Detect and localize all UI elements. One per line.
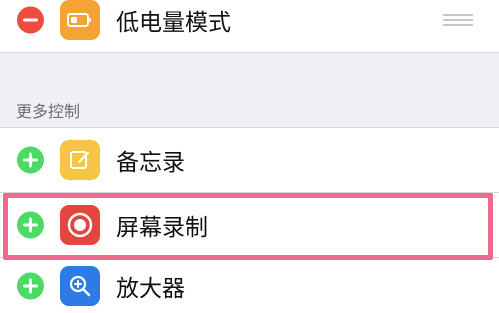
control-row-notes: 备忘录	[0, 128, 499, 192]
add-button[interactable]	[17, 272, 44, 299]
remove-button[interactable]	[17, 6, 44, 33]
control-label: 备忘录	[116, 150, 185, 176]
reorder-handle-icon[interactable]	[443, 13, 473, 26]
control-row-low-power: 低电量模式	[0, 0, 499, 52]
notes-icon	[60, 140, 100, 180]
add-button[interactable]	[17, 146, 44, 174]
divider	[0, 52, 499, 53]
magnifier-icon	[60, 265, 100, 306]
control-row-magnifier: 放大器	[0, 258, 499, 313]
section-header-more-controls: 更多控制	[16, 102, 81, 121]
highlight-box	[3, 193, 493, 260]
control-label: 低电量模式	[116, 9, 231, 36]
control-label: 放大器	[116, 275, 185, 302]
battery-icon	[60, 0, 100, 40]
